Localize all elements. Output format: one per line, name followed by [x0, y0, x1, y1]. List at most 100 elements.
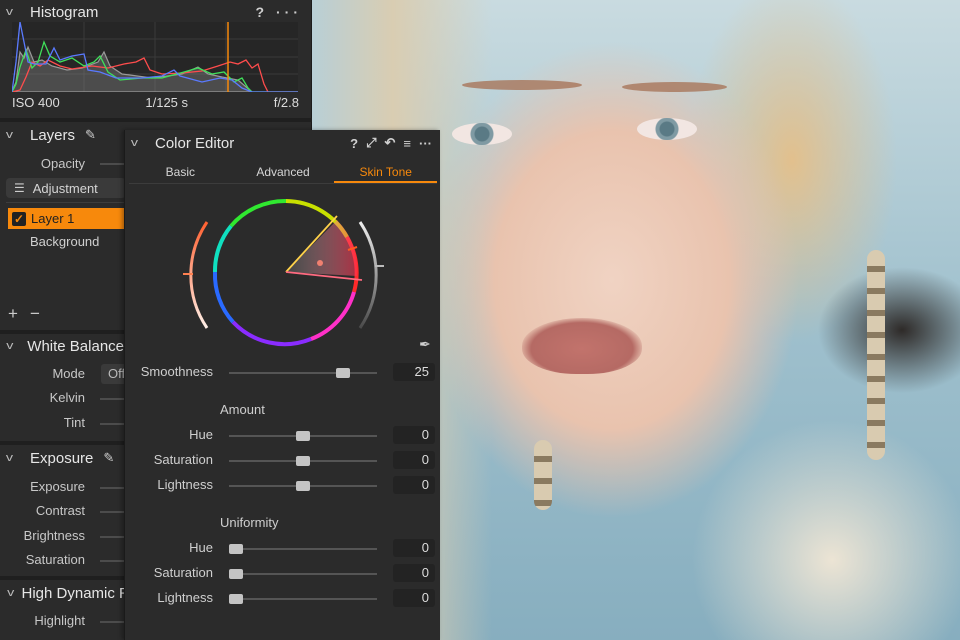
exposure-header[interactable]: v Exposure ✎ [0, 446, 124, 470]
photo-eye [637, 118, 697, 140]
brightness-slider[interactable] [100, 536, 124, 538]
smoothness-value[interactable]: 25 [393, 363, 435, 381]
slider-thumb[interactable] [336, 368, 351, 378]
slider-thumb[interactable] [296, 456, 310, 466]
shutter-value: 1/125 s [145, 95, 189, 110]
slider-thumb[interactable] [229, 594, 243, 604]
divider [0, 118, 312, 122]
reset-icon[interactable]: ↶ [385, 135, 396, 151]
histogram-header[interactable]: v Histogram ? ··· [0, 0, 312, 24]
skin-tone-wheel[interactable] [171, 194, 401, 354]
photo-lips [522, 318, 642, 374]
layer-label: Background [30, 234, 100, 249]
amount-saturation-value[interactable]: 0 [393, 451, 435, 469]
exposure-slider[interactable] [100, 487, 124, 489]
layer-visibility-checkbox[interactable]: ✓ [12, 211, 26, 226]
color-editor-tabs: Basic Advanced Skin Tone [129, 162, 438, 184]
tint-label: Tint [63, 415, 85, 430]
color-editor-header[interactable]: v Color Editor ? ⤢ ↶ ≡ ··· [125, 130, 440, 156]
expand-icon[interactable]: ⤢ [366, 135, 376, 151]
chevron-down-icon[interactable]: v [6, 129, 24, 141]
uniformity-hue-value[interactable]: 0 [393, 539, 435, 557]
wb-mode-select[interactable]: Off [101, 364, 125, 384]
more-icon[interactable]: ··· [419, 136, 432, 151]
adjustment-label: Adjustment [32, 180, 98, 196]
uniformity-hue-slider[interactable] [229, 544, 377, 554]
tab-basic[interactable]: Basic [129, 162, 232, 183]
divider [0, 441, 124, 445]
brush-icon[interactable]: ✎ [85, 127, 96, 143]
amount-lightness-value[interactable]: 0 [393, 476, 435, 494]
uniformity-lightness-slider[interactable] [229, 594, 377, 604]
slider-thumb[interactable] [296, 481, 310, 491]
skin-tone-range-slice[interactable] [286, 220, 358, 276]
slider-thumb[interactable] [296, 431, 310, 441]
color-editor-panel: v Color Editor ? ⤢ ↶ ≡ ··· Basic Advance… [124, 130, 440, 640]
hdr-header[interactable]: v High Dynamic Range [0, 581, 124, 605]
aperture-value: f/2.8 [273, 95, 299, 110]
uniformity-lightness-value[interactable]: 0 [393, 589, 435, 607]
amount-hue-slider[interactable] [229, 431, 377, 441]
uniformity-saturation-slider[interactable] [229, 569, 377, 579]
tint-slider[interactable] [100, 423, 124, 425]
uniformity-saturation-value[interactable]: 0 [393, 564, 435, 582]
brush-icon[interactable]: ✎ [103, 450, 114, 466]
opacity-label: Opacity [40, 156, 85, 171]
photo-brow [622, 82, 727, 92]
color-editor-title: Color Editor [155, 134, 235, 152]
opacity-slider[interactable] [100, 163, 124, 165]
amount-saturation-label: Saturation [153, 452, 213, 467]
tab-advanced[interactable]: Advanced [232, 162, 335, 183]
chevron-down-icon[interactable]: v [6, 452, 24, 464]
kelvin-slider[interactable] [100, 398, 124, 400]
amount-lightness-label: Lightness [157, 477, 213, 492]
hdr-title: High Dynamic Range [21, 584, 125, 602]
layer-item-layer-1[interactable]: ✓ Layer 1 [8, 208, 126, 229]
layer-item-background[interactable]: Background [30, 234, 99, 249]
smoothness-slider[interactable] [229, 368, 377, 378]
histogram-chart [12, 22, 298, 92]
skin-tone-center-point[interactable] [317, 260, 323, 266]
uniformity-saturation-label: Saturation [153, 565, 213, 580]
tab-skin-tone[interactable]: Skin Tone [334, 162, 438, 183]
uniformity-hue-label: Hue [189, 540, 213, 555]
white-balance-header[interactable]: v White Balance [0, 334, 124, 358]
amount-hue-value[interactable]: 0 [393, 426, 435, 444]
saturation-label: Saturation [25, 552, 85, 567]
help-icon[interactable]: ? [256, 4, 269, 20]
amount-saturation-slider[interactable] [229, 456, 377, 466]
saturation-slider[interactable] [100, 560, 124, 562]
kelvin-label: Kelvin [49, 390, 85, 405]
color-picker-icon[interactable]: ✒ [419, 336, 431, 353]
divider [0, 576, 124, 580]
saturation-arc[interactable] [189, 221, 209, 329]
highlight-slider[interactable] [100, 621, 124, 623]
divider [6, 202, 124, 203]
layers-title: Layers [30, 126, 76, 144]
wb-mode-value: Off [108, 366, 125, 381]
photo-eye [452, 123, 512, 145]
menu-icon[interactable]: ≡ [403, 136, 411, 151]
slider-thumb[interactable] [229, 544, 243, 554]
contrast-label: Contrast [35, 503, 85, 518]
layers-header[interactable]: v Layers ✎ [0, 123, 124, 147]
sliders-icon: ☰ [14, 181, 25, 195]
amount-lightness-slider[interactable] [229, 481, 377, 491]
amount-hue-label: Hue [189, 427, 213, 442]
contrast-slider[interactable] [100, 511, 124, 513]
lightness-arc[interactable] [358, 221, 378, 329]
chevron-down-icon[interactable]: v [7, 587, 14, 599]
add-layer-button[interactable]: + [8, 304, 18, 324]
exposure-title: Exposure [30, 449, 94, 467]
remove-layer-button[interactable]: − [30, 304, 40, 324]
chevron-down-icon[interactable]: v [6, 6, 24, 18]
adjustment-layer-button[interactable]: ☰ Adjustment [6, 178, 126, 198]
uniformity-title: Uniformity [220, 515, 279, 530]
slider-thumb[interactable] [229, 569, 243, 579]
chevron-down-icon[interactable]: v [131, 137, 149, 149]
photo-earring [534, 440, 552, 510]
amount-title: Amount [220, 402, 265, 417]
chevron-down-icon[interactable]: v [6, 340, 21, 352]
help-icon[interactable]: ? [350, 136, 358, 151]
more-icon[interactable]: ··· [276, 4, 302, 20]
